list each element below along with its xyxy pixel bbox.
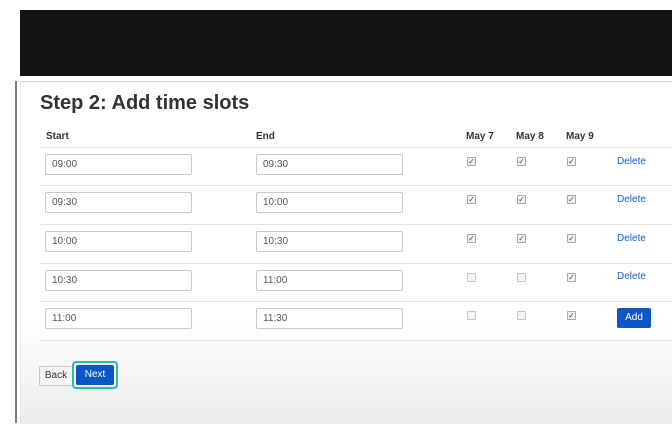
checkbox-may-9[interactable]: ✓ <box>567 234 576 243</box>
row-divider <box>40 301 672 302</box>
top-bar <box>20 10 672 76</box>
row-divider <box>40 224 672 225</box>
checkbox-may-9[interactable]: ✓ <box>567 195 576 204</box>
delete-link[interactable]: Delete <box>617 156 646 167</box>
end-time-input[interactable] <box>256 231 403 252</box>
start-time-input[interactable] <box>45 270 192 291</box>
delete-link[interactable]: Delete <box>617 194 646 205</box>
end-time-input[interactable] <box>256 308 403 329</box>
checkbox-may-8[interactable] <box>517 311 526 320</box>
start-time-input[interactable] <box>45 154 192 175</box>
start-time-input[interactable] <box>45 192 192 213</box>
checkbox-may-9[interactable]: ✓ <box>567 273 576 282</box>
checkbox-may-9[interactable]: ✓ <box>567 157 576 166</box>
end-time-input[interactable] <box>256 192 403 213</box>
checkbox-may-7[interactable]: ✓ <box>467 234 476 243</box>
end-time-input[interactable] <box>256 154 403 175</box>
checkbox-may-9[interactable]: ✓ <box>567 311 576 320</box>
window-edge <box>15 81 17 423</box>
start-time-input[interactable] <box>45 308 192 329</box>
back-button[interactable]: Back <box>39 366 73 386</box>
row-divider <box>40 147 672 148</box>
checkbox-may-8[interactable]: ✓ <box>517 195 526 204</box>
start-time-input[interactable] <box>45 231 192 252</box>
next-button[interactable]: Next <box>76 365 114 385</box>
time-slots-panel: Step 2: Add time slots Start End May 7 M… <box>20 81 672 424</box>
checkbox-may-7[interactable] <box>467 273 476 282</box>
column-header-may-9: May 9 <box>566 131 594 142</box>
end-time-input[interactable] <box>256 270 403 291</box>
column-header-start: Start <box>46 131 69 142</box>
checkbox-may-8[interactable]: ✓ <box>517 157 526 166</box>
page-title: Step 2: Add time slots <box>40 92 250 114</box>
add-slot-button[interactable]: Add <box>617 308 651 328</box>
checkbox-may-7[interactable] <box>467 311 476 320</box>
row-divider <box>40 263 672 264</box>
delete-link[interactable]: Delete <box>617 271 646 282</box>
row-divider <box>40 185 672 186</box>
column-header-may-7: May 7 <box>466 131 494 142</box>
checkbox-may-7[interactable]: ✓ <box>467 195 476 204</box>
column-header-may-8: May 8 <box>516 131 544 142</box>
column-header-end: End <box>256 131 275 142</box>
checkbox-may-7[interactable]: ✓ <box>467 157 476 166</box>
checkbox-may-8[interactable] <box>517 273 526 282</box>
checkbox-may-8[interactable]: ✓ <box>517 234 526 243</box>
row-divider <box>40 340 672 341</box>
delete-link[interactable]: Delete <box>617 233 646 244</box>
